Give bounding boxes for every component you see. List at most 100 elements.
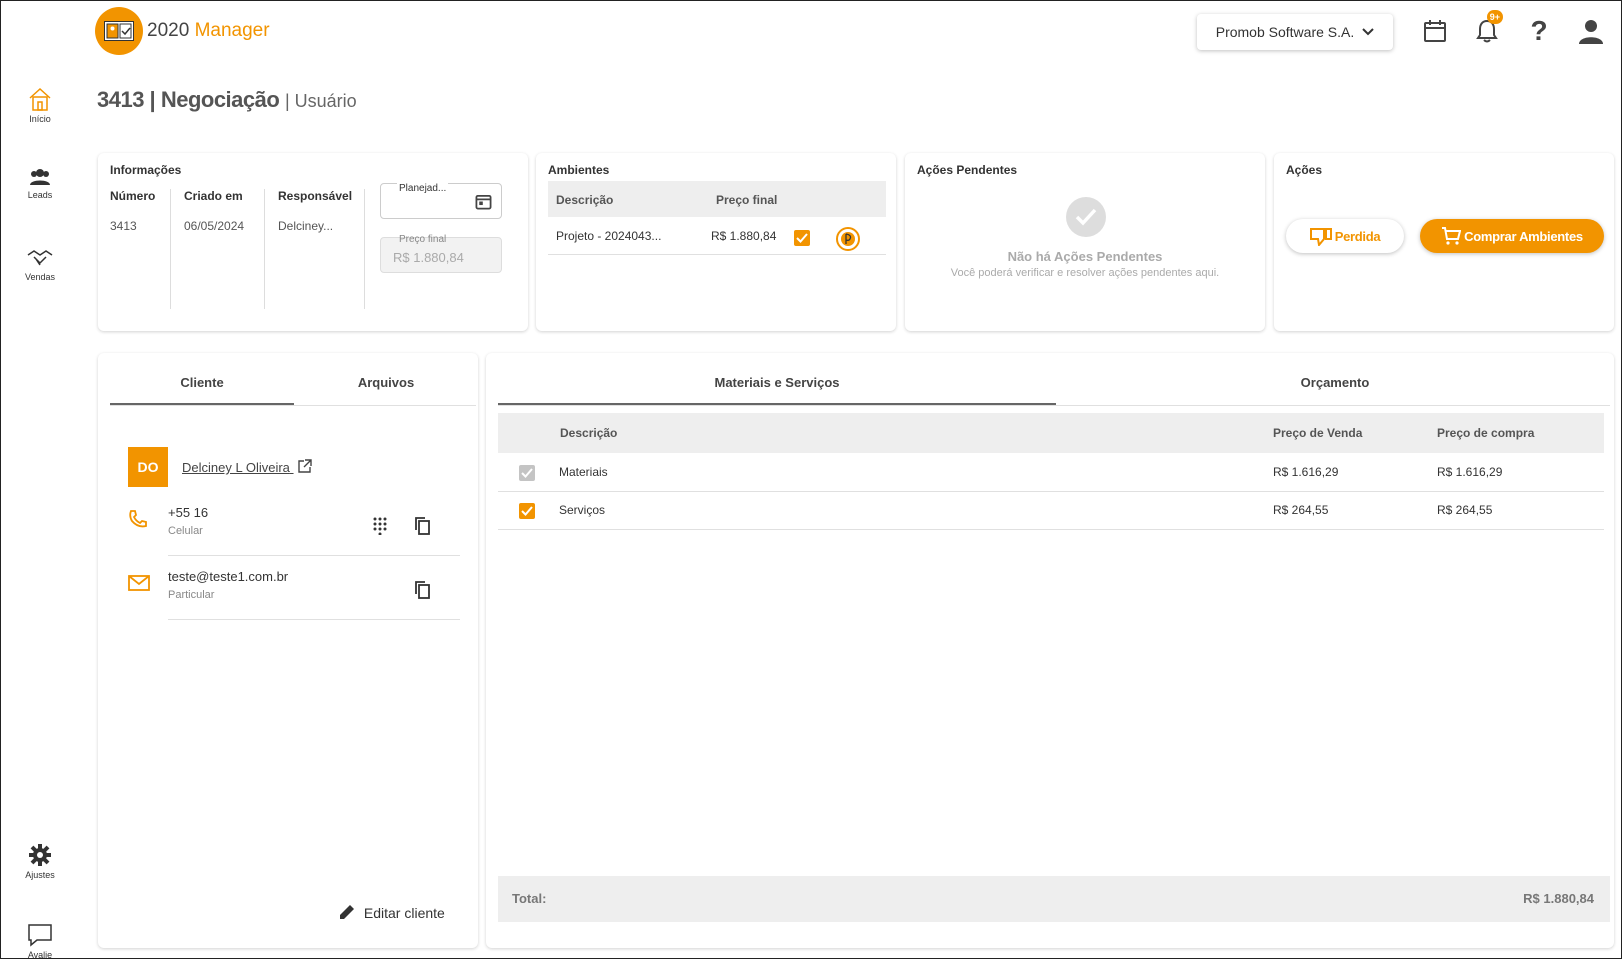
help-icon[interactable]: ? (1523, 15, 1555, 47)
responsavel-column: Responsável Delciney... (278, 189, 352, 233)
check-circle-icon (1066, 197, 1106, 237)
logo-title: 2020 (147, 20, 190, 41)
client-name-link[interactable]: Delciney L Oliveira (182, 459, 312, 475)
tab-divider (498, 405, 1610, 406)
sidebar-item-leads[interactable]: Leads (2, 169, 78, 200)
col-descricao: Descrição (556, 193, 614, 207)
total-value: R$ 1.880,84 (1523, 891, 1594, 906)
thumbs-down-icon (1309, 228, 1332, 246)
materiais-checkbox[interactable] (519, 465, 535, 481)
phone-number: +55 16 (168, 505, 209, 520)
calendar-icon[interactable] (1419, 15, 1451, 47)
row-divider (548, 254, 886, 255)
people-icon (30, 169, 50, 185)
ambientes-table-header: Descrição Preço final (548, 181, 886, 217)
sidebar-item-label: Vendas (24, 272, 56, 282)
row-divider (168, 619, 460, 620)
tab-materiais-servicos[interactable]: Materiais e Serviços (498, 375, 1056, 390)
comprar-label: Comprar Ambientes (1464, 228, 1583, 244)
comprar-ambientes-button[interactable]: Comprar Ambientes (1420, 219, 1604, 253)
calendar-icon[interactable] (475, 193, 492, 210)
numero-header: Número (110, 189, 156, 203)
perdida-label: Perdida (1334, 228, 1381, 244)
row-descricao: Serviços (559, 503, 606, 517)
col-descricao: Descrição (560, 426, 618, 440)
copy-icon[interactable] (414, 517, 430, 535)
notification-badge: 9+ (1486, 10, 1503, 24)
divider (264, 189, 265, 309)
sidebar: Início Leads Vendas Ajustes Avalie (2, 71, 78, 960)
home-icon (29, 87, 51, 111)
col-preco-venda: Preço de Venda (1273, 426, 1363, 440)
criado-column: Criado em 06/05/2024 (184, 189, 244, 233)
row-divider (498, 529, 1604, 530)
email-type: Particular (168, 589, 215, 601)
chat-icon (28, 924, 52, 947)
criado-header: Criado em (184, 189, 243, 203)
ambientes-title: Ambientes (548, 163, 610, 177)
client-name: Delciney L Oliveira (182, 460, 290, 475)
cliente-panel: Cliente Arquivos DO Delciney L Oliveira … (98, 353, 478, 948)
sidebar-item-vendas[interactable]: Vendas (2, 247, 78, 282)
phone-type: Celular (168, 525, 203, 537)
check-icon (796, 233, 808, 243)
informacoes-card: Informações Número 3413 Criado em 06/05/… (98, 153, 528, 331)
criado-value: 06/05/2024 (184, 219, 245, 233)
materiais-panel: Materiais e Serviços Orçamento Descrição… (486, 353, 1614, 948)
company-select[interactable]: Promob Software S.A. (1197, 14, 1393, 50)
ambiente-checkbox[interactable] (794, 230, 810, 246)
preco-final-value: R$ 1.880,84 (393, 250, 464, 265)
perdida-button[interactable]: Perdida (1286, 219, 1404, 253)
numero-value: 3413 (110, 219, 137, 233)
promob-render-icon[interactable] (836, 227, 860, 251)
company-name: Promob Software S.A. (1215, 24, 1355, 40)
empty-description: Você poderá verificar e resolver ações p… (950, 267, 1220, 279)
email-address: teste@teste1.com.br (168, 569, 289, 584)
divider (170, 189, 171, 309)
sidebar-item-label: Leads (27, 190, 53, 200)
pencil-icon (340, 905, 354, 919)
ambiente-descricao: Projeto - 2024043... (556, 229, 662, 243)
external-link-icon (297, 459, 312, 473)
row-preco-venda: R$ 1.616,29 (1273, 465, 1339, 479)
app-window: 2020 Manager Promob Software S.A. 9+ ? I… (0, 0, 1622, 960)
bell-icon[interactable]: 9+ (1471, 10, 1503, 47)
gear-icon (29, 844, 51, 866)
app-logo[interactable]: 2020 Manager (95, 7, 270, 55)
check-icon (521, 506, 533, 516)
row-preco-compra: R$ 264,55 (1437, 503, 1493, 517)
sidebar-item-ajustes[interactable]: Ajustes (2, 843, 78, 880)
preco-final-field: Preço final R$ 1.880,84 (380, 234, 502, 273)
edit-client-button[interactable]: Editar cliente (338, 903, 445, 921)
ambientes-card: Ambientes Descrição Preço final Projeto … (536, 153, 896, 331)
row-preco-venda: R$ 264,55 (1273, 503, 1329, 517)
edit-client-label: Editar cliente (363, 905, 445, 921)
user-account-icon[interactable] (1575, 15, 1607, 47)
page-title-text: 3413 | Negociação (97, 87, 280, 112)
informacoes-title: Informações (110, 163, 182, 177)
sidebar-item-inicio[interactable]: Início (2, 87, 78, 124)
status-date-field[interactable]: Planejad... (380, 183, 502, 219)
cart-icon (1442, 227, 1462, 245)
sidebar-item-label: Início (29, 114, 51, 124)
col-preco-final: Preço final (716, 193, 778, 207)
materiais-table-header: Descrição Preço de Venda Preço de compra (498, 413, 1604, 453)
tab-cliente[interactable]: Cliente (110, 375, 294, 390)
page-title: 3413 | Negociação | Usuário (97, 87, 357, 113)
total-label: Total: (512, 891, 547, 906)
page-subtitle: | Usuário (284, 91, 357, 111)
logo-title-accent: Manager (194, 20, 270, 41)
check-icon (521, 468, 533, 478)
row-divider (168, 555, 460, 556)
divider (364, 189, 365, 309)
servicos-checkbox[interactable] (519, 503, 535, 519)
tab-arquivos[interactable]: Arquivos (294, 375, 478, 390)
handshake-icon (27, 250, 53, 266)
copy-icon[interactable] (414, 581, 430, 599)
sidebar-item-avalie[interactable]: Avalie (2, 923, 78, 960)
tab-orcamento[interactable]: Orçamento (1056, 375, 1614, 390)
total-bar: Total: R$ 1.880,84 (498, 876, 1610, 922)
dialpad-icon[interactable] (373, 517, 387, 535)
preco-final-label: Preço final (399, 234, 447, 245)
responsavel-value: Delciney... (278, 219, 334, 233)
